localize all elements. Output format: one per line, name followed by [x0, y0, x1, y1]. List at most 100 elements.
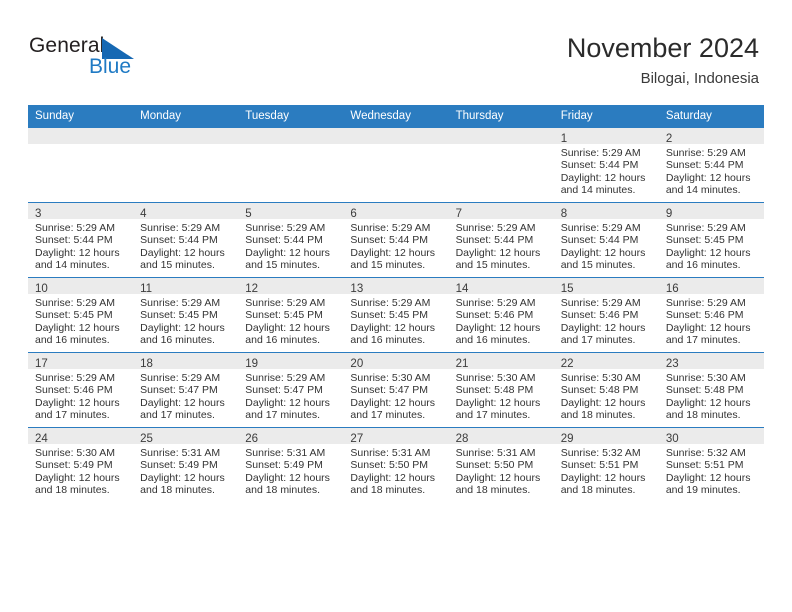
- sunrise-text: Sunrise: 5:29 AM: [245, 297, 326, 309]
- day-cell-content: 19 Sunrise: 5:29 AM Sunset: 5:47 PM Dayligh…: [238, 353, 344, 427]
- calendar-day-cell[interactable]: 12 Sunrise: 5:29 AM Sunset: 5:45 PM Dayligh…: [238, 277, 344, 353]
- sunrise-text: Sunrise: 5:29 AM: [350, 297, 431, 309]
- day-number: 18: [140, 358, 153, 370]
- sunset-text: Sunset: 5:45 PM: [140, 309, 218, 322]
- day-number: 11: [140, 283, 153, 295]
- sunrise-text: Sunrise: 5:29 AM: [140, 222, 221, 234]
- day-number: 8: [560, 208, 568, 220]
- day-number: 29: [560, 433, 574, 445]
- calendar-day-cell[interactable]: 26 Sunrise: 5:31 AM Sunset: 5:49 PM Dayligh…: [238, 427, 344, 502]
- daylight-text: Daylight: 12 hours and 17 minutes.: [560, 321, 646, 347]
- weekday-header-tuesday: Tuesday: [238, 105, 344, 128]
- daylight-text: Daylight: 12 hours and 18 minutes.: [560, 471, 646, 497]
- calendar-day-cell[interactable]: [238, 127, 344, 203]
- sunset-text: Sunset: 5:47 PM: [140, 384, 218, 397]
- day-number-band: 23: [658, 353, 764, 370]
- sunset-text: Sunset: 5:45 PM: [350, 309, 429, 322]
- calendar-day-cell[interactable]: 10 Sunrise: 5:29 AM Sunset: 5:45 PM Dayligh…: [28, 277, 134, 353]
- sunset-text: Sunset: 5:47 PM: [245, 384, 323, 397]
- calendar-day-cell[interactable]: 1 Sunrise: 5:29 AM Sunset: 5:44 PM Daylight…: [553, 127, 659, 203]
- day-number-band: 9: [658, 203, 764, 220]
- day-number-band: 18: [133, 353, 239, 370]
- calendar-day-cell[interactable]: 4 Sunrise: 5:29 AM Sunset: 5:44 PM Daylight…: [133, 202, 239, 278]
- calendar-day-cell[interactable]: [133, 127, 239, 203]
- daylight-text: Daylight: 12 hours and 16 minutes.: [665, 246, 751, 272]
- calendar-day-cell[interactable]: 3 Sunrise: 5:29 AM Sunset: 5:44 PM Daylight…: [28, 202, 134, 278]
- day-number-band: [343, 128, 449, 144]
- day-number: 17: [35, 358, 48, 370]
- calendar-day-cell[interactable]: 19 Sunrise: 5:29 AM Sunset: 5:47 PM Dayligh…: [238, 352, 344, 428]
- day-number-band: 28: [448, 428, 554, 445]
- day-sun-info: Sunrise: 5:31 AM Sunset: 5:50 PM Daylight:…: [343, 444, 448, 497]
- sunset-text: Sunset: 5:44 PM: [140, 234, 218, 247]
- day-number-band: 24: [28, 428, 134, 445]
- calendar-day-cell[interactable]: 14 Sunrise: 5:29 AM Sunset: 5:46 PM Dayligh…: [448, 277, 554, 353]
- calendar-day-cell[interactable]: 8 Sunrise: 5:29 AM Sunset: 5:44 PM Daylight…: [553, 202, 659, 278]
- daylight-text: Daylight: 12 hours and 16 minutes.: [245, 321, 330, 347]
- daylight-text: Daylight: 12 hours and 17 minutes.: [455, 396, 541, 422]
- day-sun-info: Sunrise: 5:29 AM Sunset: 5:46 PM Daylight:…: [554, 294, 659, 347]
- calendar-day-cell[interactable]: 18 Sunrise: 5:29 AM Sunset: 5:47 PM Dayligh…: [133, 352, 239, 428]
- calendar-body: 1 Sunrise: 5:29 AM Sunset: 5:44 PM Daylight…: [28, 127, 764, 502]
- sunrise-text: Sunrise: 5:29 AM: [350, 222, 431, 234]
- sunset-text: Sunset: 5:44 PM: [455, 234, 534, 247]
- sunset-text: Sunset: 5:51 PM: [560, 459, 639, 472]
- calendar-day-cell[interactable]: 11 Sunrise: 5:29 AM Sunset: 5:45 PM Dayligh…: [133, 277, 239, 353]
- sunrise-text: Sunrise: 5:29 AM: [245, 372, 326, 384]
- day-cell-content: 8 Sunrise: 5:29 AM Sunset: 5:44 PM Daylight…: [553, 203, 659, 277]
- sunrise-text: Sunrise: 5:30 AM: [665, 372, 746, 384]
- calendar-day-cell[interactable]: 2 Sunrise: 5:29 AM Sunset: 5:44 PM Daylight…: [658, 127, 764, 203]
- day-sun-info: Sunrise: 5:30 AM Sunset: 5:48 PM Daylight:…: [554, 369, 659, 422]
- day-cell-content: 20 Sunrise: 5:30 AM Sunset: 5:47 PM Dayligh…: [343, 353, 449, 427]
- day-number: 6: [350, 208, 357, 220]
- general-blue-logo[interactable]: General Blue: [29, 34, 169, 82]
- calendar-day-cell[interactable]: 13 Sunrise: 5:29 AM Sunset: 5:45 PM Dayligh…: [343, 277, 449, 353]
- calendar-day-cell[interactable]: [343, 127, 449, 203]
- calendar-week-row: 3 Sunrise: 5:29 AM Sunset: 5:44 PM Daylight…: [28, 202, 764, 278]
- day-cell-content: 13 Sunrise: 5:29 AM Sunset: 5:45 PM Dayligh…: [343, 278, 449, 352]
- daylight-text: Daylight: 12 hours and 17 minutes.: [140, 396, 225, 422]
- calendar-day-cell[interactable]: 16 Sunrise: 5:29 AM Sunset: 5:46 PM Dayligh…: [658, 277, 764, 353]
- calendar-day-cell[interactable]: 5 Sunrise: 5:29 AM Sunset: 5:44 PM Daylight…: [238, 202, 344, 278]
- day-sun-info: Sunrise: 5:29 AM Sunset: 5:47 PM Daylight:…: [133, 369, 238, 422]
- calendar-day-cell[interactable]: 25 Sunrise: 5:31 AM Sunset: 5:49 PM Dayligh…: [133, 427, 239, 502]
- sunset-text: Sunset: 5:46 PM: [455, 309, 534, 322]
- calendar-day-cell[interactable]: [448, 127, 554, 203]
- sunrise-text: Sunrise: 5:32 AM: [560, 447, 641, 459]
- calendar-day-cell[interactable]: 6 Sunrise: 5:29 AM Sunset: 5:44 PM Daylight…: [343, 202, 449, 278]
- day-number-band: 1: [553, 128, 659, 145]
- weekday-header-saturday: Saturday: [658, 105, 764, 128]
- calendar-day-cell[interactable]: 7 Sunrise: 5:29 AM Sunset: 5:44 PM Daylight…: [448, 202, 554, 278]
- calendar-day-cell[interactable]: [28, 127, 134, 203]
- sunrise-text: Sunrise: 5:29 AM: [140, 372, 221, 384]
- calendar-day-cell[interactable]: 15 Sunrise: 5:29 AM Sunset: 5:46 PM Dayligh…: [553, 277, 659, 353]
- day-cell-content: 7 Sunrise: 5:29 AM Sunset: 5:44 PM Daylight…: [448, 203, 554, 277]
- sunrise-text: Sunrise: 5:29 AM: [35, 297, 115, 309]
- calendar-day-cell[interactable]: 27 Sunrise: 5:31 AM Sunset: 5:50 PM Dayligh…: [343, 427, 449, 502]
- day-cell-content: 29 Sunrise: 5:32 AM Sunset: 5:51 PM Dayligh…: [553, 428, 659, 502]
- sunrise-text: Sunrise: 5:30 AM: [560, 372, 641, 384]
- calendar-day-cell[interactable]: 24 Sunrise: 5:30 AM Sunset: 5:49 PM Dayligh…: [28, 427, 134, 502]
- calendar-day-cell[interactable]: 9 Sunrise: 5:29 AM Sunset: 5:45 PM Daylight…: [658, 202, 764, 278]
- calendar-day-cell[interactable]: 29 Sunrise: 5:32 AM Sunset: 5:51 PM Dayligh…: [553, 427, 659, 502]
- calendar-day-cell[interactable]: 21 Sunrise: 5:30 AM Sunset: 5:48 PM Dayligh…: [448, 352, 554, 428]
- calendar-day-cell[interactable]: 28 Sunrise: 5:31 AM Sunset: 5:50 PM Dayligh…: [448, 427, 554, 502]
- day-number: 5: [245, 208, 252, 220]
- day-sun-info: Sunrise: 5:29 AM Sunset: 5:44 PM Daylight:…: [554, 144, 659, 197]
- day-cell-content: 2 Sunrise: 5:29 AM Sunset: 5:44 PM Daylight…: [658, 128, 764, 202]
- calendar-day-cell[interactable]: 22 Sunrise: 5:30 AM Sunset: 5:48 PM Dayligh…: [553, 352, 659, 428]
- day-cell-content: 23 Sunrise: 5:30 AM Sunset: 5:48 PM Dayligh…: [658, 353, 764, 427]
- day-number: 19: [245, 358, 259, 370]
- day-number: 1: [560, 133, 568, 145]
- calendar-day-cell[interactable]: 23 Sunrise: 5:30 AM Sunset: 5:48 PM Dayligh…: [658, 352, 764, 428]
- daylight-text: Daylight: 12 hours and 18 minutes.: [560, 396, 646, 422]
- day-sun-info: Sunrise: 5:29 AM Sunset: 5:44 PM Daylight:…: [28, 219, 133, 272]
- day-sun-info: Sunrise: 5:29 AM Sunset: 5:45 PM Daylight:…: [238, 294, 343, 347]
- daylight-text: Daylight: 12 hours and 16 minutes.: [455, 321, 541, 347]
- calendar-day-cell[interactable]: 20 Sunrise: 5:30 AM Sunset: 5:47 PM Dayligh…: [343, 352, 449, 428]
- sunrise-text: Sunrise: 5:29 AM: [35, 222, 115, 234]
- calendar-day-cell[interactable]: 30 Sunrise: 5:32 AM Sunset: 5:51 PM Dayligh…: [658, 427, 764, 502]
- day-number-band: 27: [343, 428, 449, 445]
- daylight-text: Daylight: 12 hours and 15 minutes.: [560, 246, 646, 272]
- calendar-day-cell[interactable]: 17 Sunrise: 5:29 AM Sunset: 5:46 PM Dayligh…: [28, 352, 134, 428]
